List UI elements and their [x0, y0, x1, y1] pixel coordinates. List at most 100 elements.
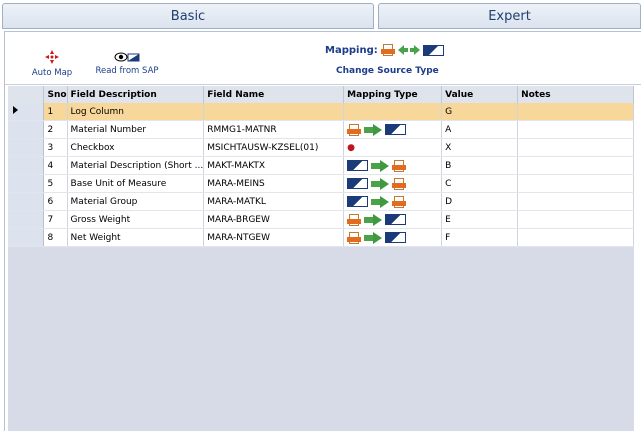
xml-icon [347, 231, 362, 244]
table-body: 1 Log Column G 2 Material Number RMMG1-MATNR A… [8, 103, 634, 247]
cell-value[interactable]: E [441, 210, 519, 229]
row-selector[interactable] [8, 174, 45, 193]
map-arrow-icon [364, 213, 383, 226]
xml-source-icon [380, 44, 395, 56]
map-arrow-icon [364, 231, 383, 244]
cell-mapping-type[interactable] [343, 210, 443, 229]
cell-mapping-type[interactable] [343, 103, 443, 121]
map-arrow-icon [371, 159, 390, 172]
cell-notes[interactable] [517, 192, 634, 211]
cell-value[interactable]: X [441, 138, 519, 157]
cell-field-description[interactable]: Material Description (Short ... [67, 156, 205, 175]
cell-notes[interactable] [517, 228, 634, 247]
mapping-label: Mapping: [325, 44, 378, 56]
current-row-pointer-icon [13, 106, 18, 114]
cell-notes[interactable] [517, 120, 634, 139]
toolbar: Auto Map Read from SAP Mapping: Change S… [5, 32, 641, 85]
col-header-field-description[interactable]: Field Description [67, 86, 205, 103]
row-selector[interactable] [8, 120, 45, 139]
tab-basic[interactable]: Basic [2, 3, 374, 29]
mapping-control[interactable]: Mapping: [325, 44, 444, 56]
cell-field-name[interactable]: RMMG1-MATNR [203, 120, 345, 139]
col-header-notes[interactable]: Notes [517, 86, 634, 103]
cell-notes[interactable] [517, 138, 634, 157]
cell-sno[interactable]: 7 [43, 210, 68, 229]
cell-field-name[interactable]: MARA-BRGEW [203, 210, 345, 229]
cell-sno[interactable]: 8 [43, 228, 68, 247]
table-row[interactable]: 7 Gross Weight MARA-BRGEW E [8, 210, 634, 229]
table-row[interactable]: 6 Material Group MARA-MATKL D [8, 192, 634, 211]
cell-field-description[interactable]: Checkbox [67, 138, 205, 157]
auto-map-button[interactable]: Auto Map [30, 50, 74, 78]
table-icon [385, 214, 407, 225]
cell-value[interactable]: G [441, 103, 519, 121]
cell-value[interactable]: B [441, 156, 519, 175]
cell-sno[interactable]: 2 [43, 120, 68, 139]
cell-field-description[interactable]: Gross Weight [67, 210, 205, 229]
cell-field-description[interactable]: Base Unit of Measure [67, 174, 205, 193]
cell-field-description[interactable]: Net Weight [67, 228, 205, 247]
cell-notes[interactable] [517, 210, 634, 229]
cell-value[interactable]: D [441, 192, 519, 211]
table-icon [385, 232, 407, 243]
cell-value[interactable]: A [441, 120, 519, 139]
table-icon [347, 196, 369, 207]
cell-mapping-type[interactable] [343, 156, 443, 175]
cell-sno[interactable]: 5 [43, 174, 68, 193]
cell-value[interactable]: F [441, 228, 519, 247]
cell-field-name[interactable]: MARA-NTGEW [203, 228, 345, 247]
cell-field-name[interactable]: MARA-MATKL [203, 192, 345, 211]
row-selector[interactable] [8, 228, 45, 247]
table-row[interactable]: 4 Material Description (Short ... MAKT-MAK… [8, 156, 634, 175]
cell-mapping-type[interactable] [343, 174, 443, 193]
col-header-field-name[interactable]: Field Name [203, 86, 345, 103]
tab-expert[interactable]: Expert [378, 3, 641, 29]
cell-mapping-type[interactable]: ● [343, 138, 443, 157]
cell-sno[interactable]: 4 [43, 156, 68, 175]
cell-notes[interactable] [517, 103, 634, 121]
cell-sno[interactable]: 3 [43, 138, 68, 157]
map-arrow-icon [364, 123, 383, 136]
auto-map-icon [45, 50, 59, 64]
row-selector[interactable] [8, 192, 45, 211]
col-header-mapping-type[interactable]: Mapping Type [343, 86, 443, 103]
xml-icon [392, 177, 407, 190]
mapping-grid: Sno Field Description Field Name Mapping… [8, 86, 634, 431]
col-header-sno[interactable]: Sno [43, 86, 68, 103]
cell-notes[interactable] [517, 174, 634, 193]
change-source-type-link[interactable]: Change Source Type [336, 66, 439, 76]
cell-field-description[interactable]: Material Number [67, 120, 205, 139]
table-row[interactable]: 2 Material Number RMMG1-MATNR A [8, 120, 634, 139]
table-row[interactable]: 8 Net Weight MARA-NTGEW F [8, 228, 634, 247]
cell-sno[interactable]: 1 [43, 103, 68, 121]
table-row[interactable]: 5 Base Unit of Measure MARA-MEINS C [8, 174, 634, 193]
swap-arrows-icon [397, 45, 420, 55]
row-selector[interactable] [8, 138, 45, 157]
cell-mapping-type[interactable] [343, 120, 443, 139]
cell-value[interactable]: C [441, 174, 519, 193]
map-arrow-icon [371, 195, 390, 208]
cell-field-name[interactable]: MAKT-MAKTX [203, 156, 345, 175]
row-selector[interactable] [8, 210, 45, 229]
cell-field-description[interactable]: Log Column [67, 103, 205, 121]
cell-sno[interactable]: 6 [43, 192, 68, 211]
xml-icon [392, 195, 407, 208]
table-icon [347, 160, 369, 171]
cell-field-name[interactable]: MSICHTAUSW-KZSEL(01) [203, 138, 345, 157]
table-row[interactable]: 3 Checkbox MSICHTAUSW-KZSEL(01) ● X [8, 138, 634, 157]
cell-mapping-type[interactable] [343, 228, 443, 247]
cell-mapping-type[interactable] [343, 192, 443, 211]
read-from-sap-button[interactable]: Read from SAP [91, 52, 163, 76]
mapping-table: Sno Field Description Field Name Mapping… [8, 86, 634, 247]
cell-field-name[interactable] [203, 103, 345, 121]
table-row[interactable]: 1 Log Column G [8, 103, 634, 121]
row-selector[interactable] [8, 156, 45, 175]
xml-icon [347, 213, 362, 226]
cell-field-name[interactable]: MARA-MEINS [203, 174, 345, 193]
xml-icon [347, 123, 362, 136]
table-icon [347, 178, 369, 189]
col-header-value[interactable]: Value [441, 86, 519, 103]
cell-notes[interactable] [517, 156, 634, 175]
cell-field-description[interactable]: Material Group [67, 192, 205, 211]
row-selector[interactable] [8, 103, 45, 121]
